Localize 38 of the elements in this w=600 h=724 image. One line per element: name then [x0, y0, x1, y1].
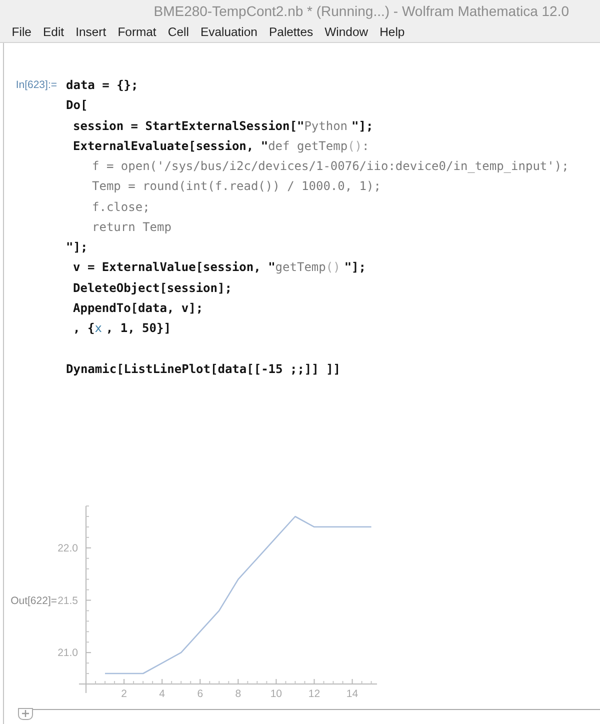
code-line: Dynamic[ListLinePlot[data[[-15 ;;]] ]]	[65, 360, 341, 378]
y-tick-label: 22.0	[58, 542, 78, 554]
code-line: Temp = round(int(f.read()) / 1000.0, 1);	[92, 178, 381, 196]
input-label: In[623]:=	[16, 78, 57, 93]
menu-item[interactable]: Edit	[37, 24, 70, 40]
menu-item[interactable]: Insert	[70, 24, 112, 40]
x-tick-label: 8	[235, 688, 242, 700]
menu-item[interactable]: Format	[112, 24, 162, 40]
y-tick-label: 21.5	[58, 594, 78, 607]
code-line: Do[	[65, 97, 88, 114]
output-label: Out[622]=	[10, 594, 57, 607]
x-tick-label: 6	[197, 688, 204, 700]
code-line: , {x , 1, 50}]	[72, 320, 171, 337]
menu-item[interactable]: Window	[318, 24, 374, 40]
code-line: data = {};	[65, 77, 138, 94]
code-line: return Temp	[92, 218, 172, 236]
code-line: f = open('/sys/bus/i2c/devices/1-0076/iio:device0/in_temp_input');	[92, 158, 569, 175]
menu-item[interactable]: Cell	[162, 24, 195, 40]
x-tick-label: 14	[346, 688, 358, 700]
menu-item[interactable]: Evaluation	[194, 24, 264, 40]
code-line: ExternalEvaluate[session, "def getTemp():	[72, 138, 370, 155]
code-line: "];	[65, 239, 88, 256]
y-tick-label: 21.0	[58, 646, 78, 659]
code-line: f.close;	[92, 198, 150, 216]
menu-item[interactable]: Help	[374, 24, 410, 40]
code-line: AppendTo[data, v];	[72, 300, 204, 317]
code-line: session = StartExternalSession["Python "];	[72, 118, 374, 134]
window-title: BME280-TempCont2.nb * (Running...) - Wolfram Mathematica 12.0	[154, 3, 569, 19]
code-line: DeleteObject[session];	[72, 280, 232, 296]
menu-item[interactable]: Palettes	[263, 24, 319, 40]
menu-item[interactable]: File	[6, 24, 38, 40]
x-tick-label: 4	[159, 688, 165, 700]
code-line: v = ExternalValue[session, "getTemp() "];	[72, 259, 366, 276]
add-cell-button[interactable]	[18, 708, 33, 720]
x-tick-label: 12	[308, 688, 320, 700]
x-tick-label: 2	[121, 688, 127, 700]
plus-icon	[22, 710, 29, 718]
x-tick-label: 10	[270, 688, 282, 700]
